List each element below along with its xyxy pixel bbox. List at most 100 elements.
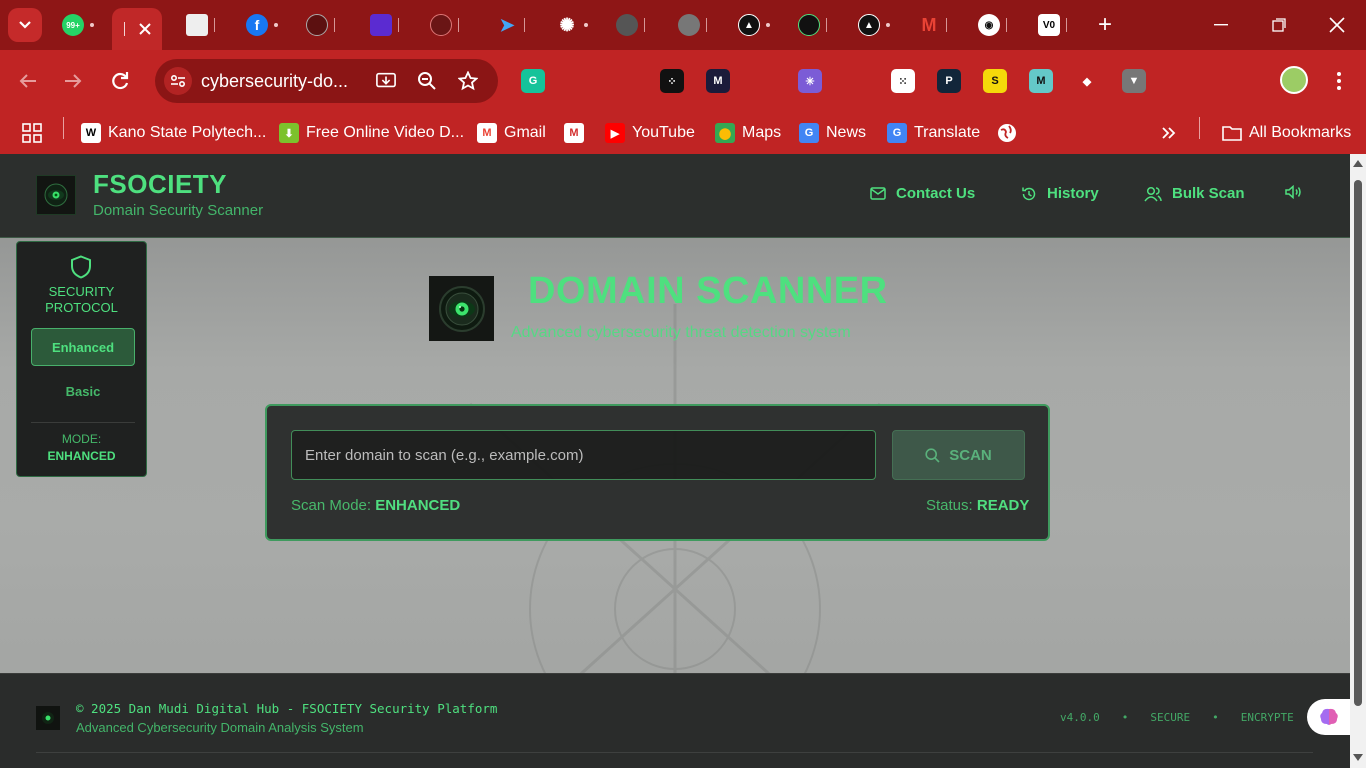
tab-doc[interactable] [180,8,221,42]
forward-button[interactable] [58,66,88,96]
tab-close-icon[interactable] [584,23,588,27]
bookmark-item[interactable]: W Kano State Polytech... [81,120,266,146]
dots-extension-icon[interactable]: ⁘ [660,69,684,93]
metamask-extension-icon[interactable] [752,69,776,93]
p-ext-extension-icon[interactable]: P [937,69,961,93]
ai-assistant-button[interactable] [1307,699,1350,735]
scroll-down-arrow[interactable] [1353,754,1363,761]
reload-button[interactable] [105,66,135,96]
scanner-logo [429,276,494,341]
tab-separator [123,22,125,36]
brand-name[interactable]: FSOCIETY [93,169,227,200]
scan-status-label: Status: [926,497,973,514]
install-app-icon[interactable] [376,71,396,91]
brain-extension-icon[interactable] [1168,69,1192,93]
grid-extension-icon[interactable]: ⁙ [891,69,915,93]
more-bookmarks-button[interactable] [1162,120,1176,146]
bookmark-item[interactable]: ▶ YouTube [605,120,695,146]
tab-chatgpt[interactable]: ✺ [550,8,594,42]
domain-search-input[interactable] [291,430,876,480]
star-icon[interactable] [458,71,478,91]
s-ext-extension-icon[interactable]: S [983,69,1007,93]
tab-close-icon[interactable] [766,23,770,27]
me-extension-icon[interactable]: M [706,69,730,93]
gift-extension-icon[interactable] [613,69,637,93]
tab-arrow[interactable]: ➤ [490,8,531,42]
zoom-icon[interactable] [417,71,437,91]
bookmark-item[interactable]: G News [799,120,866,146]
address-text[interactable]: cybersecurity-do... [201,71,348,92]
footer-copyright: © 2025 Dan Mudi Digital Hub - FSOCIETY S… [76,701,498,716]
triangle-icon: ▲ [738,14,760,36]
tab-facebook[interactable]: f [240,8,284,42]
profile-avatar[interactable] [1280,66,1308,94]
scrollbar-thumb[interactable] [1354,180,1362,706]
bookmark-item[interactable]: M Gmail [477,120,546,146]
tab-compass[interactable] [424,8,465,42]
bookmark-item[interactable]: ⬇ Free Online Video D... [279,120,464,146]
tab-purple[interactable] [364,8,405,42]
close-window-button[interactable] [1308,0,1366,50]
site-logo[interactable] [36,175,76,215]
tab-gemini[interactable] [610,8,651,42]
tab-triangle-1[interactable]: ▲ [732,8,776,42]
diamond-extension-icon[interactable]: ◆ [1075,69,1099,93]
tab-globe[interactable] [672,8,713,42]
asterisk-extension-icon[interactable]: ✳ [798,69,822,93]
bookmark-item[interactable]: M [564,120,584,146]
tab-v0[interactable]: V0 [1032,8,1073,42]
brand-subtitle: Domain Security Scanner [93,202,264,219]
browser-toolbar: cybersecurity-do... G ⁘ M ✳ ⁙ P S M ◆ ▼ [0,50,1366,112]
back-button[interactable] [13,66,43,96]
site-info-button[interactable] [164,67,192,95]
restore-button[interactable] [1250,0,1308,50]
wave-extension-icon[interactable] [844,69,868,93]
minimize-button[interactable] [1192,0,1250,50]
tab-eye[interactable] [792,8,833,42]
close-icon[interactable] [138,23,151,35]
scan-button[interactable]: SCAN [892,430,1025,480]
all-bookmarks-button[interactable]: All Bookmarks [1222,120,1351,146]
chevron-double-right-icon [1162,127,1176,139]
tab-whatsapp[interactable]: 99+ [56,8,100,42]
new-tab-button[interactable]: + [1094,13,1116,37]
sound-toggle-button[interactable] [1285,185,1302,199]
protocol-enhanced-button[interactable]: Enhanced [31,328,135,366]
arrow-right-icon [65,74,82,88]
brain-icon [1320,708,1338,725]
nav-history[interactable]: History [1021,185,1099,202]
address-bar[interactable]: cybersecurity-do... [155,59,498,103]
tab-close-icon[interactable] [886,23,890,27]
nav-bulk-scan[interactable]: Bulk Scan [1144,185,1245,202]
bookmark-item[interactable]: ⬤ Maps [715,120,781,146]
menu-button[interactable] [1324,66,1354,96]
gmail-icon: M [921,14,937,35]
tab-search-button[interactable] [8,8,42,42]
tab-triangle-2[interactable]: ▲ [852,8,896,42]
triangle-icon: ▲ [858,14,880,36]
puzzle-extension-icon[interactable] [1214,69,1238,93]
tab-circle[interactable] [300,8,341,42]
nav-contact-us[interactable]: Contact Us [870,185,975,202]
bookmark-label: Maps [742,124,782,141]
bookmark-separator [63,117,64,139]
download-extension-icon[interactable]: ▼ [1122,69,1146,93]
scroll-up-arrow[interactable] [1353,160,1363,167]
footer-status-tags: v4.0.0 • SECURE • ENCRYPTE [1060,711,1316,724]
arrow-left-icon [19,74,36,88]
apps-button[interactable] [22,120,42,146]
robot-extension-icon[interactable] [567,69,591,93]
page-scrollbar[interactable] [1350,154,1366,768]
grammarly-extension-icon[interactable]: G [521,69,545,93]
bookmark-globe[interactable] [997,120,1017,146]
tab-close-icon[interactable] [90,23,94,27]
tab-separator [826,18,827,32]
bookmark-favicon-icon: ⬤ [715,123,735,143]
tab-github[interactable]: ◉ [972,8,1013,42]
tab-gmail[interactable]: M [912,8,953,42]
tab-close-icon[interactable] [274,23,278,27]
bookmark-item[interactable]: G Translate [887,120,980,146]
tab-active[interactable] [112,8,162,50]
protocol-basic-button[interactable]: Basic [31,372,135,410]
m-ext-extension-icon[interactable]: M [1029,69,1053,93]
